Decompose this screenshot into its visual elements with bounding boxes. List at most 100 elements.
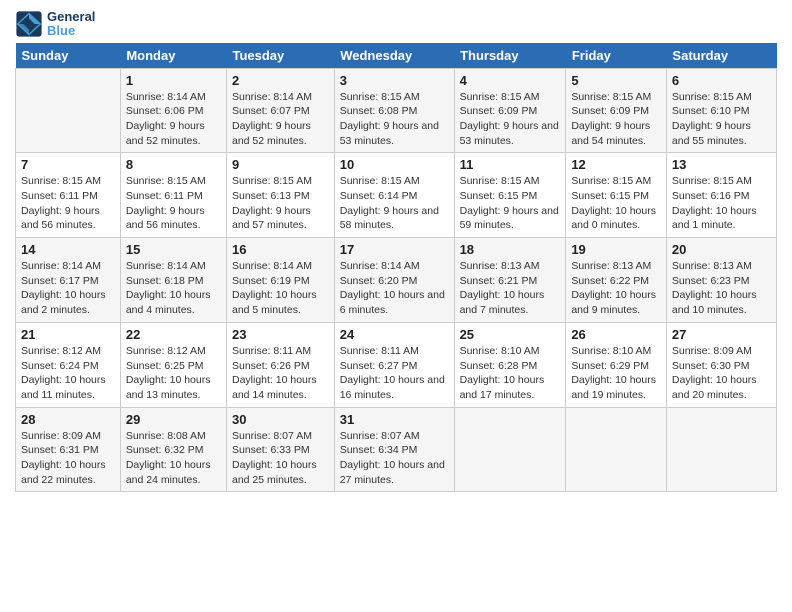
calendar-cell: 28 Sunrise: 8:09 AMSunset: 6:31 PMDayligh… <box>16 407 121 492</box>
day-info: Sunrise: 8:07 AMSunset: 6:34 PMDaylight:… <box>340 429 449 488</box>
day-info: Sunrise: 8:14 AMSunset: 6:07 PMDaylight:… <box>232 90 329 149</box>
week-row-3: 14Sunrise: 8:14 AMSunset: 6:17 PMDayligh… <box>16 238 777 323</box>
calendar-cell: 8 Sunrise: 8:15 AMSunset: 6:11 PMDaylight… <box>120 153 226 238</box>
day-info: Sunrise: 8:15 AMSunset: 6:10 PMDaylight:… <box>672 90 771 149</box>
calendar-cell: 31Sunrise: 8:07 AMSunset: 6:34 PMDayligh… <box>334 407 454 492</box>
day-info: Sunrise: 8:11 AMSunset: 6:26 PMDaylight:… <box>232 344 329 403</box>
logo-general: General <box>47 9 95 24</box>
calendar-body: 1 Sunrise: 8:14 AMSunset: 6:06 PMDaylight… <box>16 68 777 492</box>
day-info: Sunrise: 8:15 AMSunset: 6:16 PMDaylight:… <box>672 174 771 233</box>
day-number: 3 <box>340 73 449 88</box>
day-info: Sunrise: 8:10 AMSunset: 6:29 PMDaylight:… <box>571 344 661 403</box>
column-header-wednesday: Wednesday <box>334 43 454 69</box>
day-info: Sunrise: 8:13 AMSunset: 6:21 PMDaylight:… <box>460 259 561 318</box>
calendar-cell: 21Sunrise: 8:12 AMSunset: 6:24 PMDayligh… <box>16 322 121 407</box>
calendar-cell: 17 Sunrise: 8:14 AMSunset: 6:20 PMDayligh… <box>334 238 454 323</box>
column-header-tuesday: Tuesday <box>226 43 334 69</box>
calendar-cell: 26 Sunrise: 8:10 AMSunset: 6:29 PMDayligh… <box>566 322 667 407</box>
day-number: 17 <box>340 242 449 257</box>
day-info: Sunrise: 8:15 AMSunset: 6:09 PMDaylight:… <box>571 90 661 149</box>
week-row-1: 1 Sunrise: 8:14 AMSunset: 6:06 PMDaylight… <box>16 68 777 153</box>
logo-blue: Blue <box>47 23 75 38</box>
calendar-header: SundayMondayTuesdayWednesdayThursdayFrid… <box>16 43 777 69</box>
day-number: 7 <box>21 157 115 172</box>
calendar-cell: 4 Sunrise: 8:15 AMSunset: 6:09 PMDaylight… <box>454 68 566 153</box>
calendar-cell: 11 Sunrise: 8:15 AMSunset: 6:15 PMDayligh… <box>454 153 566 238</box>
calendar-cell: 30 Sunrise: 8:07 AMSunset: 6:33 PMDayligh… <box>226 407 334 492</box>
week-row-5: 28 Sunrise: 8:09 AMSunset: 6:31 PMDayligh… <box>16 407 777 492</box>
calendar-cell <box>666 407 776 492</box>
day-info: Sunrise: 8:15 AMSunset: 6:13 PMDaylight:… <box>232 174 329 233</box>
day-number: 15 <box>126 242 221 257</box>
header-row: SundayMondayTuesdayWednesdayThursdayFrid… <box>16 43 777 69</box>
logo: General Blue <box>15 10 95 39</box>
day-info: Sunrise: 8:15 AMSunset: 6:15 PMDaylight:… <box>460 174 561 233</box>
calendar-cell: 20Sunrise: 8:13 AMSunset: 6:23 PMDayligh… <box>666 238 776 323</box>
calendar-cell <box>566 407 667 492</box>
day-number: 30 <box>232 412 329 427</box>
day-info: Sunrise: 8:15 AMSunset: 6:11 PMDaylight:… <box>21 174 115 233</box>
calendar-cell: 23 Sunrise: 8:11 AMSunset: 6:26 PMDayligh… <box>226 322 334 407</box>
day-number: 25 <box>460 327 561 342</box>
day-number: 24 <box>340 327 449 342</box>
day-number: 11 <box>460 157 561 172</box>
day-info: Sunrise: 8:15 AMSunset: 6:09 PMDaylight:… <box>460 90 561 149</box>
calendar-cell: 6 Sunrise: 8:15 AMSunset: 6:10 PMDaylight… <box>666 68 776 153</box>
day-info: Sunrise: 8:12 AMSunset: 6:25 PMDaylight:… <box>126 344 221 403</box>
column-header-friday: Friday <box>566 43 667 69</box>
column-header-sunday: Sunday <box>16 43 121 69</box>
calendar-cell: 22 Sunrise: 8:12 AMSunset: 6:25 PMDayligh… <box>120 322 226 407</box>
day-info: Sunrise: 8:10 AMSunset: 6:28 PMDaylight:… <box>460 344 561 403</box>
day-info: Sunrise: 8:15 AMSunset: 6:14 PMDaylight:… <box>340 174 449 233</box>
day-number: 12 <box>571 157 661 172</box>
day-info: Sunrise: 8:13 AMSunset: 6:22 PMDaylight:… <box>571 259 661 318</box>
calendar-cell: 10Sunrise: 8:15 AMSunset: 6:14 PMDayligh… <box>334 153 454 238</box>
day-number: 9 <box>232 157 329 172</box>
day-number: 27 <box>672 327 771 342</box>
day-number: 18 <box>460 242 561 257</box>
day-info: Sunrise: 8:09 AMSunset: 6:30 PMDaylight:… <box>672 344 771 403</box>
calendar-cell: 12 Sunrise: 8:15 AMSunset: 6:15 PMDayligh… <box>566 153 667 238</box>
day-number: 2 <box>232 73 329 88</box>
day-info: Sunrise: 8:14 AMSunset: 6:20 PMDaylight:… <box>340 259 449 318</box>
day-info: Sunrise: 8:15 AMSunset: 6:15 PMDaylight:… <box>571 174 661 233</box>
calendar-cell: 16 Sunrise: 8:14 AMSunset: 6:19 PMDayligh… <box>226 238 334 323</box>
day-info: Sunrise: 8:14 AMSunset: 6:17 PMDaylight:… <box>21 259 115 318</box>
column-header-monday: Monday <box>120 43 226 69</box>
calendar-cell: 1 Sunrise: 8:14 AMSunset: 6:06 PMDaylight… <box>120 68 226 153</box>
calendar-cell: 2 Sunrise: 8:14 AMSunset: 6:07 PMDaylight… <box>226 68 334 153</box>
week-row-2: 7 Sunrise: 8:15 AMSunset: 6:11 PMDaylight… <box>16 153 777 238</box>
day-info: Sunrise: 8:09 AMSunset: 6:31 PMDaylight:… <box>21 429 115 488</box>
day-number: 28 <box>21 412 115 427</box>
calendar-cell: 29Sunrise: 8:08 AMSunset: 6:32 PMDayligh… <box>120 407 226 492</box>
day-number: 5 <box>571 73 661 88</box>
column-header-saturday: Saturday <box>666 43 776 69</box>
calendar-cell: 5 Sunrise: 8:15 AMSunset: 6:09 PMDaylight… <box>566 68 667 153</box>
day-info: Sunrise: 8:13 AMSunset: 6:23 PMDaylight:… <box>672 259 771 318</box>
day-number: 23 <box>232 327 329 342</box>
day-number: 19 <box>571 242 661 257</box>
calendar-table: SundayMondayTuesdayWednesdayThursdayFrid… <box>15 43 777 493</box>
day-info: Sunrise: 8:08 AMSunset: 6:32 PMDaylight:… <box>126 429 221 488</box>
day-number: 16 <box>232 242 329 257</box>
day-number: 26 <box>571 327 661 342</box>
day-number: 6 <box>672 73 771 88</box>
day-number: 22 <box>126 327 221 342</box>
day-info: Sunrise: 8:15 AMSunset: 6:08 PMDaylight:… <box>340 90 449 149</box>
day-info: Sunrise: 8:14 AMSunset: 6:18 PMDaylight:… <box>126 259 221 318</box>
week-row-4: 21Sunrise: 8:12 AMSunset: 6:24 PMDayligh… <box>16 322 777 407</box>
logo-icon <box>15 10 43 38</box>
day-info: Sunrise: 8:15 AMSunset: 6:11 PMDaylight:… <box>126 174 221 233</box>
day-info: Sunrise: 8:14 AMSunset: 6:06 PMDaylight:… <box>126 90 221 149</box>
day-number: 8 <box>126 157 221 172</box>
day-number: 1 <box>126 73 221 88</box>
calendar-cell: 9 Sunrise: 8:15 AMSunset: 6:13 PMDaylight… <box>226 153 334 238</box>
calendar-cell: 18 Sunrise: 8:13 AMSunset: 6:21 PMDayligh… <box>454 238 566 323</box>
day-info: Sunrise: 8:14 AMSunset: 6:19 PMDaylight:… <box>232 259 329 318</box>
calendar-cell <box>16 68 121 153</box>
calendar-cell <box>454 407 566 492</box>
calendar-cell: 27 Sunrise: 8:09 AMSunset: 6:30 PMDayligh… <box>666 322 776 407</box>
day-info: Sunrise: 8:12 AMSunset: 6:24 PMDaylight:… <box>21 344 115 403</box>
day-info: Sunrise: 8:07 AMSunset: 6:33 PMDaylight:… <box>232 429 329 488</box>
day-number: 4 <box>460 73 561 88</box>
